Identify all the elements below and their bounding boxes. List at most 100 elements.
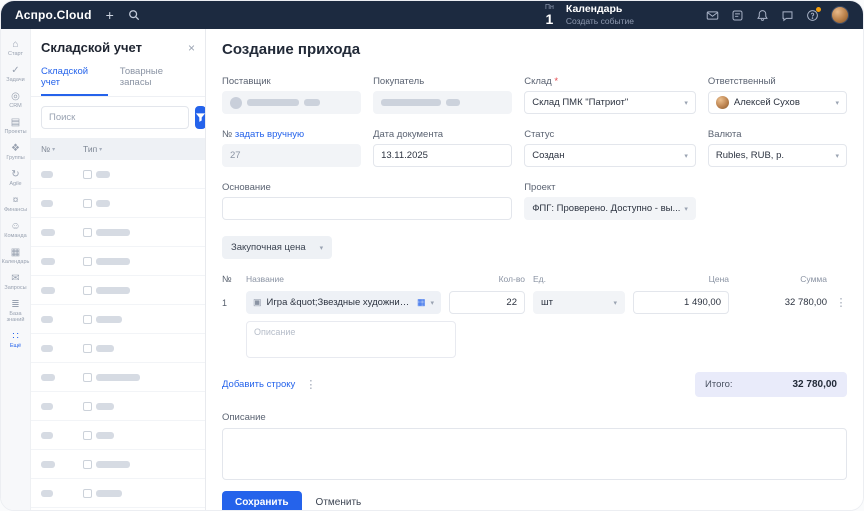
- sidebar-item-finance[interactable]: ¤Финансы: [1, 191, 30, 217]
- chevron-down-icon: ▾: [684, 99, 688, 107]
- bell-icon[interactable]: [756, 9, 769, 22]
- redacted-text: [381, 99, 441, 106]
- requests-icon: ✉: [11, 273, 19, 284]
- row-menu-icon[interactable]: ⋮: [835, 296, 847, 309]
- redacted-number: [41, 316, 53, 323]
- table-row[interactable]: [31, 392, 205, 421]
- chat-icon[interactable]: [781, 9, 794, 22]
- redacted-avatar: [230, 97, 242, 109]
- redacted-number: [41, 229, 55, 236]
- calendar-widget: Календарь Создать событие: [566, 3, 634, 27]
- redacted-type: [96, 490, 122, 497]
- search-icon[interactable]: [128, 9, 140, 21]
- sidebar-item-label: Старт: [8, 51, 23, 57]
- quick-create-button[interactable]: +: [106, 8, 114, 22]
- unit-select[interactable]: шт ▾: [533, 291, 625, 314]
- sidebar-item-calendar[interactable]: ▦Календарь: [1, 243, 30, 269]
- sidebar-item-label: Команда: [4, 233, 26, 239]
- chevron-down-icon: ▾: [684, 152, 688, 160]
- sidebar-item-team[interactable]: ☺Команда: [1, 217, 30, 243]
- col-price: Цена: [633, 274, 729, 284]
- mail-icon[interactable]: [706, 9, 719, 22]
- close-icon[interactable]: ×: [188, 42, 195, 54]
- tab-stock[interactable]: Товарные запасы: [120, 61, 195, 96]
- product-select[interactable]: ▣ Игра &quot;Звездные художники&quot; ▦ …: [246, 291, 441, 314]
- app-window: Аспро.Cloud + Пн 1 Календарь Создать соб…: [0, 0, 864, 511]
- project-select[interactable]: ФПГ: Проверено. Доступно - вы... ▾: [524, 197, 696, 220]
- tab-warehouse-accounting[interactable]: Складской учет: [41, 61, 108, 96]
- status-label: Статус: [524, 129, 696, 140]
- status-select[interactable]: Создан ▾: [524, 144, 696, 167]
- price-input[interactable]: [633, 291, 729, 314]
- sidebar-item-projects[interactable]: ▤Проекты: [1, 113, 30, 139]
- table-row[interactable]: [31, 160, 205, 189]
- table-row[interactable]: [31, 189, 205, 218]
- table-row[interactable]: [31, 305, 205, 334]
- currency-select[interactable]: Rubles, RUB, р. ▾: [708, 144, 847, 167]
- sidebar-item-more[interactable]: ∷Ещё: [1, 327, 30, 353]
- filter-button[interactable]: [195, 106, 206, 129]
- supplier-input[interactable]: [222, 91, 361, 114]
- table-row[interactable]: [31, 479, 205, 508]
- project-label: Проект: [524, 182, 696, 193]
- team-icon: ☺: [10, 221, 20, 232]
- cancel-button[interactable]: Отменить: [316, 497, 362, 508]
- add-row-menu-icon[interactable]: ⋮: [305, 378, 316, 391]
- column-number[interactable]: № ▾: [41, 144, 83, 154]
- quantity-input[interactable]: [449, 291, 525, 314]
- number-input[interactable]: [222, 144, 361, 167]
- chevron-down-icon: ▾: [835, 99, 839, 107]
- date-number[interactable]: 1: [546, 12, 554, 26]
- save-button[interactable]: Сохранить: [222, 491, 302, 510]
- redacted-number: [41, 403, 53, 410]
- warehouse-select[interactable]: Склад ПМК "Патриот" ▾: [524, 91, 696, 114]
- table-row[interactable]: [31, 218, 205, 247]
- item-description-input[interactable]: [246, 321, 456, 358]
- description-input[interactable]: [222, 428, 847, 480]
- create-event-link[interactable]: Создать событие: [566, 16, 634, 27]
- redacted-type: [96, 461, 130, 468]
- item-row: 1 ▣ Игра &quot;Звездные художники&quot; …: [222, 291, 847, 314]
- sidebar-item-groups[interactable]: ❖Группы: [1, 139, 30, 165]
- basis-label: Основание: [222, 182, 512, 193]
- set-number-link[interactable]: задать вручную: [235, 129, 304, 140]
- app-logo[interactable]: Аспро.Cloud: [15, 8, 92, 22]
- table-row[interactable]: [31, 247, 205, 276]
- sidebar-item-start[interactable]: ⌂Старт: [1, 35, 30, 61]
- add-row-link[interactable]: Добавить строку: [222, 379, 295, 390]
- sidebar-item-label: Запросы: [4, 285, 26, 291]
- table-row[interactable]: [31, 508, 205, 510]
- sidebar-item-knowledge[interactable]: ≣База знаний: [1, 295, 30, 327]
- col-qty: Кол-во: [449, 274, 525, 284]
- table-row[interactable]: [31, 334, 205, 363]
- redacted-number: [41, 461, 55, 468]
- finance-icon: ¤: [13, 195, 19, 206]
- document-type-icon: [83, 315, 92, 324]
- basis-input[interactable]: [222, 197, 512, 220]
- table-row[interactable]: [31, 450, 205, 479]
- date-input[interactable]: [373, 144, 512, 167]
- field-buyer: Покупатель: [373, 76, 512, 114]
- panel-title: Складской учет: [41, 40, 142, 55]
- help-icon[interactable]: [806, 9, 819, 22]
- column-type[interactable]: Тип ▾: [83, 144, 195, 154]
- sidebar-item-requests[interactable]: ✉Запросы: [1, 269, 30, 295]
- note-icon[interactable]: [731, 9, 744, 22]
- buyer-input[interactable]: [373, 91, 512, 114]
- redacted-number: [41, 200, 53, 207]
- table-row[interactable]: [31, 363, 205, 392]
- sidebar-item-crm[interactable]: ◎CRM: [1, 87, 30, 113]
- table-row[interactable]: [31, 276, 205, 305]
- table-row[interactable]: [31, 421, 205, 450]
- calendar-title[interactable]: Календарь: [566, 3, 634, 16]
- responsible-select[interactable]: Алексей Сухов ▾: [708, 91, 847, 114]
- user-avatar[interactable]: [831, 6, 849, 24]
- price-type-select[interactable]: Закупочная цена ▾: [222, 236, 332, 259]
- document-type-icon: [83, 228, 92, 237]
- document-type-icon: [83, 257, 92, 266]
- responsible-avatar: [716, 96, 729, 109]
- sidebar-item-agile[interactable]: ↻Agile: [1, 165, 30, 191]
- search-input[interactable]: [41, 106, 189, 129]
- sidebar-item-tasks[interactable]: ✓Задачи: [1, 61, 30, 87]
- chevron-down-icon: ▾: [430, 299, 434, 307]
